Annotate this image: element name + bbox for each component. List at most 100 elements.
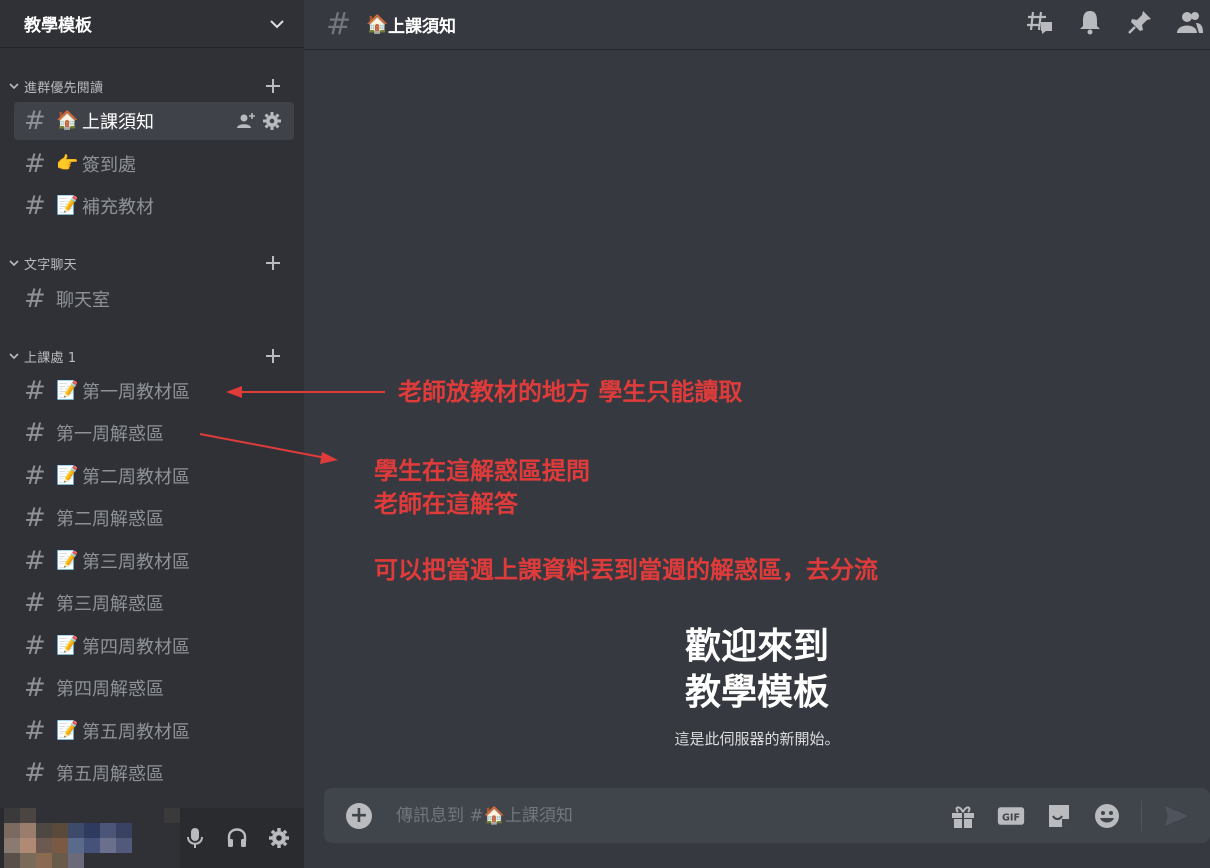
hashtag-icon: # [24,758,46,788]
threads-icon[interactable] [1026,8,1054,36]
upload-plus-icon[interactable]: + [346,802,372,829]
hashtag-icon: # [24,716,46,746]
channel-item-week5-qa[interactable]: # 第五周解惑區 [14,754,294,792]
memo-emoji: 📝 [56,465,79,486]
category-label: 進群優先閱讀 [24,80,104,96]
channel-item-week1-materials[interactable]: # 📝 第一周教材區 [14,372,294,410]
house-emoji: 🏠 [366,13,389,35]
hashtag-icon: # [24,149,46,179]
category-label: 上課處 1 [24,350,77,366]
notification-bell-icon[interactable] [1076,8,1104,36]
invite-member-icon[interactable] [236,111,256,131]
channel-list: 進群優先閱讀 # 🏠 上課須知 # 👉 簽到處 # 📝 補充教材 文字聊天 # … [0,48,304,808]
channel-item-rules[interactable]: # 🏠 上課須知 [14,102,294,140]
pin-icon[interactable] [1126,8,1154,36]
hashtag-icon: # [326,6,352,42]
add-channel-icon[interactable] [264,347,282,365]
category-header[interactable]: 進群優先閱讀 [0,74,304,98]
house-emoji: 🏠 [56,110,79,131]
channel-item-week2-qa[interactable]: # 第二周解惑區 [14,499,294,537]
chat-area: # 🏠 上課須知 歡迎來到 教學模板 這是此伺服器的新開始。 + 傳訊息到 #🏠… [304,0,1210,868]
channel-item-checkin[interactable]: # 👉 簽到處 [14,145,294,183]
channel-item-chatroom[interactable]: # 聊天室 [14,280,294,318]
gif-label: GIF [1002,812,1020,823]
channel-label: 聊天室 [56,290,110,311]
add-channel-icon[interactable] [264,254,282,272]
pixelated-user-avatar [4,808,180,868]
emoji-smile-icon[interactable] [1093,802,1121,830]
hashtag-icon: # [24,588,46,618]
channel-label: 上課須知 [82,112,154,133]
channel-title: 上課須知 [388,17,456,37]
channel-item-supplement[interactable]: # 📝 補充教材 [14,187,294,225]
server-name: 教學模板 [24,16,92,36]
hashtag-icon: # [24,106,46,136]
composer-divider [1141,800,1142,831]
channel-label: 第四周教材區 [82,637,190,658]
headphones-icon[interactable] [226,826,248,850]
channel-item-week2-materials[interactable]: # 📝 第二周教材區 [14,457,294,495]
gif-icon[interactable]: GIF [997,802,1025,830]
gift-icon[interactable] [949,802,977,830]
channel-label: 簽到處 [82,155,136,176]
channel-label: 第二周解惑區 [56,509,164,530]
add-channel-icon[interactable] [264,77,282,95]
channel-item-week3-qa[interactable]: # 第三周解惑區 [14,584,294,622]
chevron-down-icon [9,83,19,90]
gear-icon[interactable] [262,111,282,131]
chevron-down-icon [9,353,19,360]
hashtag-icon: # [24,418,46,448]
hashtag-icon: # [24,461,46,491]
category-header[interactable]: 上課處 1 [0,344,304,368]
hashtag-icon: # [24,503,46,533]
channel-label: 第五周解惑區 [56,764,164,785]
channel-sidebar: 教學模板 進群優先閱讀 # 🏠 上課須知 # 👉 簽到處 # 📝 補充教材 文字… [0,0,304,868]
welcome-subtitle: 這是此伺服器的新開始。 [674,730,840,748]
message-input[interactable] [394,804,949,827]
gear-icon[interactable] [268,826,290,850]
hashtag-icon: # [24,631,46,661]
hashtag-icon: # [24,376,46,406]
channel-header: # 🏠 上課須知 [304,0,1210,50]
channel-label: 第三周教材區 [82,552,190,573]
channel-item-week5-materials[interactable]: # 📝 第五周教材區 [14,712,294,750]
sticker-icon[interactable] [1045,802,1073,830]
category-header[interactable]: 文字聊天 [0,251,304,275]
microphone-icon[interactable] [184,826,206,850]
chevron-down-icon [9,260,19,267]
memo-emoji: 📝 [56,720,79,741]
hashtag-icon: # [24,546,46,576]
channel-item-week4-materials[interactable]: # 📝 第四周教材區 [14,627,294,665]
welcome-title-line1: 歡迎來到 [684,626,829,667]
chevron-down-icon[interactable] [268,15,286,33]
annotation-materials-note: 老師放教材的地方 學生只能讀取 [398,378,743,406]
discord-window: 教學模板 進群優先閱讀 # 🏠 上課須知 # 👉 簽到處 # 📝 補充教材 文字… [0,0,1210,868]
channel-label: 第一周解惑區 [56,424,164,445]
channel-item-week3-materials[interactable]: # 📝 第三周教材區 [14,542,294,580]
memo-emoji: 📝 [56,550,79,571]
annotation-qa-note-line2: 老師在這解答 [374,490,518,518]
message-composer: + GIF [324,788,1210,843]
channel-label: 補充教材 [82,197,154,218]
welcome-section: 歡迎來到 教學模板 這是此伺服器的新開始。 [304,624,1210,749]
welcome-title-line2: 教學模板 [684,672,829,713]
channel-label: 第三周解惑區 [56,594,164,615]
channel-item-week1-qa[interactable]: # 第一周解惑區 [14,414,294,452]
member-list-icon[interactable] [1176,8,1204,36]
server-header[interactable]: 教學模板 [0,0,304,48]
hashtag-icon: # [24,284,46,314]
category-label: 文字聊天 [24,257,77,273]
user-panel [0,808,304,868]
channel-label: 第五周教材區 [82,722,190,743]
channel-label: 第四周解惑區 [56,679,164,700]
channel-label: 第一周教材區 [82,382,190,403]
channel-item-week4-qa[interactable]: # 第四周解惑區 [14,669,294,707]
pointing-hand-emoji: 👉 [56,153,79,174]
hashtag-icon: # [24,673,46,703]
hashtag-icon: # [24,191,46,221]
memo-emoji: 📝 [56,635,79,656]
annotation-distribute-note: 可以把當週上課資料丟到當週的解惑區，去分流 [374,556,878,584]
channel-label: 第二周教材區 [82,467,190,488]
memo-emoji: 📝 [56,195,79,216]
send-icon[interactable] [1162,802,1190,830]
